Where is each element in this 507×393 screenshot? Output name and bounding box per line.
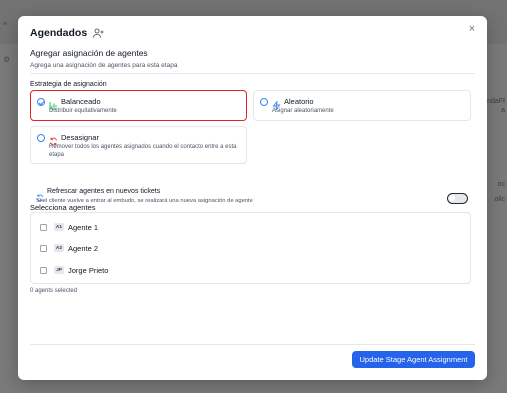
option-subtitle: Asignar aleatoriamente [272, 108, 334, 114]
refresh-title: Refrescar agentes en nuevos tickets [47, 188, 161, 195]
background-side-text: olic [494, 196, 505, 203]
agent-checkbox[interactable] [40, 266, 47, 274]
agent-name: Jorge Prieto [68, 265, 109, 275]
agent-name: Agente 1 [68, 222, 99, 232]
option-subtitle: Distribuir equitativamente [49, 108, 117, 114]
option-desasignar[interactable]: Desasignar Remover todos los agentes asi… [30, 126, 247, 164]
agent-assignment-modal: × Agendados Agregar asignación de agente… [18, 16, 487, 380]
divider [30, 344, 475, 345]
selected-count: 0 agents selected [30, 288, 78, 294]
radio-checked-icon[interactable] [37, 98, 45, 106]
strategy-label: Estrategia de asignación [30, 81, 107, 88]
bar-chart-icon [49, 97, 58, 110]
modal-description: Agrega una asignación de agentes para es… [30, 62, 178, 69]
refresh-icon [36, 189, 44, 202]
modal-header: Agendados [30, 27, 104, 39]
radio-unchecked-icon[interactable] [260, 98, 268, 106]
modal-subtitle: Agregar asignación de agentes [30, 48, 148, 58]
agent-row-agente-1[interactable]: A1 Agente 1 [40, 222, 98, 232]
agent-checkbox[interactable] [40, 223, 47, 231]
background-menu-icon: ≡ [3, 21, 8, 28]
avatar: JP [54, 266, 64, 274]
update-assignment-button[interactable]: Update Stage Agent Assignment [352, 351, 475, 368]
lightning-icon [272, 97, 281, 112]
avatar: A2 [54, 244, 64, 252]
modal-title: Agendados [30, 27, 88, 39]
agent-name: Agente 2 [68, 243, 99, 253]
option-subtitle: Remover todos los agentes asignados cuan… [49, 144, 237, 158]
option-title: Desasignar [61, 133, 99, 142]
background-settings-icon: ⚙ [3, 55, 11, 64]
divider [30, 73, 475, 74]
radio-unchecked-icon[interactable] [37, 134, 45, 142]
agent-row-jorge-prieto[interactable]: JP Jorge Prieto [40, 265, 108, 275]
agent-row-agente-2[interactable]: A2 Agente 2 [40, 243, 98, 253]
agents-label: Selecciona agentes [30, 203, 96, 212]
background-side-text: a [501, 107, 505, 114]
refresh-icon [49, 133, 58, 146]
option-title: Balanceado [61, 97, 101, 106]
avatar: A1 [54, 223, 64, 231]
add-user-icon [93, 28, 104, 38]
option-title: Aleatorio [284, 97, 314, 106]
background-side-text: oc [497, 181, 505, 188]
close-button[interactable]: × [466, 23, 478, 35]
agents-list: A1 Agente 1 A2 Agente 2 JP Jorge Prieto [30, 212, 471, 284]
agent-checkbox[interactable] [40, 244, 47, 252]
refresh-toggle[interactable] [447, 193, 468, 204]
option-aleatorio[interactable]: Aleatorio Asignar aleatoriamente [253, 90, 471, 121]
option-balanceado[interactable]: Balanceado Distribuir equitativamente [30, 90, 247, 121]
